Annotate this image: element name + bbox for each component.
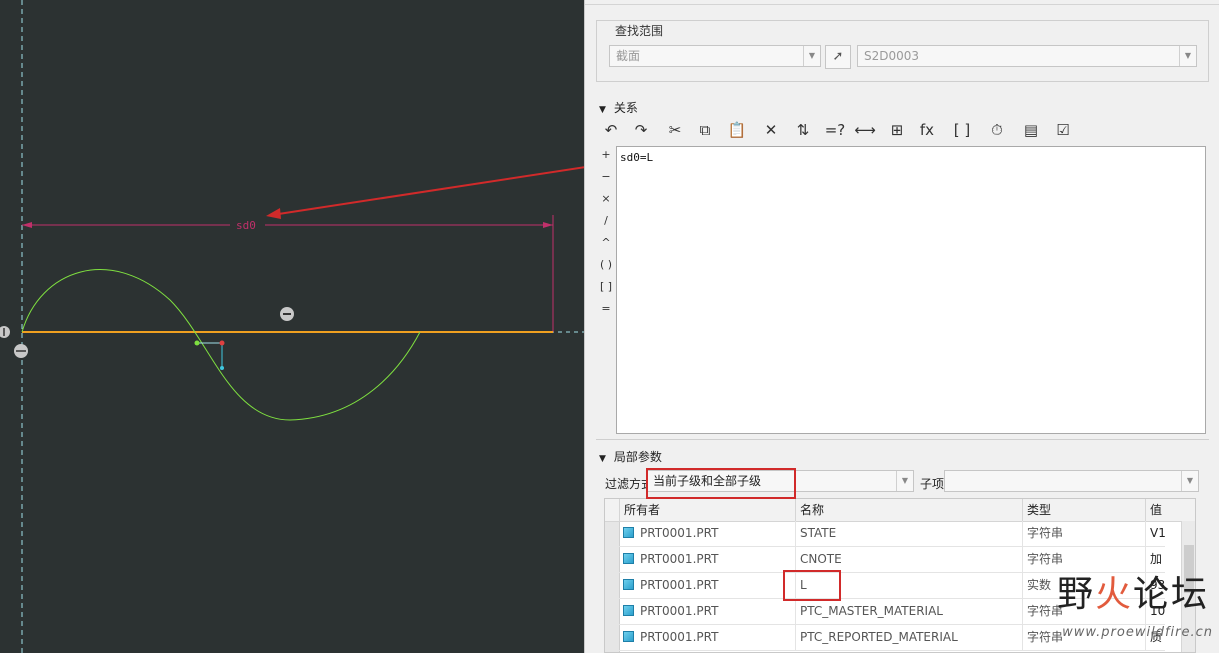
undo-icon[interactable]: ↶ xyxy=(599,119,623,141)
local-params-header[interactable]: ▼ 局部参数 xyxy=(599,448,662,465)
name-cell[interactable]: STATE xyxy=(795,521,1022,546)
relations-editor[interactable]: sd0=L xyxy=(616,146,1206,434)
dimension-arrow-left xyxy=(22,222,32,228)
sketch-svg[interactable]: sd0 xyxy=(0,0,584,653)
scope-section-select[interactable]: 截面 ▼ xyxy=(609,45,821,67)
function-icon[interactable]: fx xyxy=(915,119,939,141)
watermark-logo: 野火论坛 xyxy=(1056,574,1209,615)
relations-title: 关系 xyxy=(613,101,638,115)
sketch-canvas[interactable]: sd0 xyxy=(0,0,584,653)
brackets-operator[interactable]: [ ] xyxy=(599,280,613,293)
paste-icon[interactable]: 📋 xyxy=(725,119,749,141)
owner-cell: PRT0001.PRT xyxy=(619,625,795,650)
power-operator[interactable]: ^ xyxy=(599,236,613,249)
highlight-param-l xyxy=(783,570,841,601)
sub-item-label: 子项 xyxy=(920,477,945,491)
chevron-down-icon: ▼ xyxy=(803,46,820,66)
plus-operator[interactable]: + xyxy=(599,148,613,161)
scope-title: 查找范围 xyxy=(613,22,666,39)
col-name-header[interactable]: 名称 xyxy=(795,499,1022,521)
scope-sketch-select[interactable]: S2D0003 ▼ xyxy=(857,45,1197,67)
col-type-header[interactable]: 类型 xyxy=(1022,499,1145,521)
name-cell[interactable]: PTC_REPORTED_MATERIAL xyxy=(795,625,1022,650)
sort-icon[interactable]: ⇅ xyxy=(791,119,815,141)
vertical-constraint-icon xyxy=(0,326,10,338)
dimension-arrow-right xyxy=(543,222,553,228)
annotation-arrowhead xyxy=(266,208,281,219)
brackets-icon[interactable]: [ ] xyxy=(950,119,974,141)
part-icon xyxy=(623,605,634,616)
chevron-down-icon: ▼ xyxy=(1181,471,1198,491)
type-cell: 字符串 xyxy=(1022,521,1145,546)
name-cell[interactable]: PTC_MASTER_MATERIAL xyxy=(795,599,1022,624)
owner-cell: PRT0001.PRT xyxy=(619,547,795,572)
evaluate-icon[interactable]: =? xyxy=(823,119,847,141)
table-row[interactable]: PRT0001.PRT STATE 字符串 V1 xyxy=(619,521,1166,547)
owner-cell: PRT0001.PRT xyxy=(619,599,795,624)
copy-icon[interactable]: ⧉ xyxy=(693,119,717,141)
owner-cell: PRT0001.PRT xyxy=(619,521,795,546)
collapse-icon: ▼ xyxy=(599,454,606,464)
multiply-operator[interactable]: × xyxy=(599,192,613,205)
divide-operator[interactable]: / xyxy=(599,214,613,227)
spline-point xyxy=(194,340,200,346)
cut-icon[interactable]: ✂ xyxy=(663,119,687,141)
check-icon[interactable]: ☑ xyxy=(1051,119,1075,141)
watermark-url: www.proewildfire.cn xyxy=(1062,625,1213,640)
chevron-down-icon: ▼ xyxy=(1179,46,1196,66)
name-cell[interactable]: CNOTE xyxy=(795,547,1022,572)
owner-cell: PRT0001.PRT xyxy=(619,573,795,598)
redo-icon[interactable]: ↷ xyxy=(629,119,653,141)
select-arrow-button[interactable]: ➚ xyxy=(825,45,851,69)
sub-item-select[interactable]: ▼ xyxy=(944,470,1199,492)
minus-operator[interactable]: − xyxy=(599,170,613,183)
table-icon[interactable]: ▤ xyxy=(1019,119,1043,141)
part-icon xyxy=(623,527,634,538)
control-point xyxy=(219,340,225,346)
highlight-filter xyxy=(646,468,796,499)
verify-icon[interactable]: ⊞ xyxy=(885,119,909,141)
dimension-icon[interactable]: ⟷ xyxy=(853,119,877,141)
part-icon xyxy=(623,553,634,564)
pointer-icon: ➚ xyxy=(832,49,844,64)
chevron-down-icon: ▼ xyxy=(896,471,913,491)
col-value-header[interactable]: 值 xyxy=(1145,499,1181,521)
col-owner-header[interactable]: 所有者 xyxy=(619,499,795,521)
annotation-arrow xyxy=(271,166,584,216)
unit-icon[interactable]: ⏱ xyxy=(985,119,1009,141)
relations-panel: 查找范围 截面 ▼ ➚ S2D0003 ▼ ▼ 关系 ↶ ↷ ✂ ⧉ 📋 ✕ ⇅ =? ⟷ ⊞ fx [… xyxy=(584,0,1219,653)
local-params-title: 局部参数 xyxy=(613,450,662,464)
value-cell[interactable]: V1 xyxy=(1145,521,1181,546)
scope-section-value: 截面 xyxy=(616,49,641,63)
panel-divider xyxy=(585,4,1219,5)
delete-icon[interactable]: ✕ xyxy=(759,119,783,141)
part-icon xyxy=(623,579,634,590)
scope-sketch-value: S2D0003 xyxy=(864,49,920,63)
dimension-label[interactable]: sd0 xyxy=(236,219,256,232)
relations-header[interactable]: ▼ 关系 xyxy=(599,99,638,116)
relations-text: sd0=L xyxy=(620,151,654,164)
equals-operator[interactable]: = xyxy=(599,302,613,315)
section-divider xyxy=(596,439,1209,440)
parentheses-operator[interactable]: ( ) xyxy=(599,258,613,271)
table-header: 所有者 名称 类型 值 xyxy=(605,499,1195,522)
handle-point xyxy=(220,366,224,370)
part-icon xyxy=(623,631,634,642)
collapse-icon: ▼ xyxy=(599,105,606,115)
